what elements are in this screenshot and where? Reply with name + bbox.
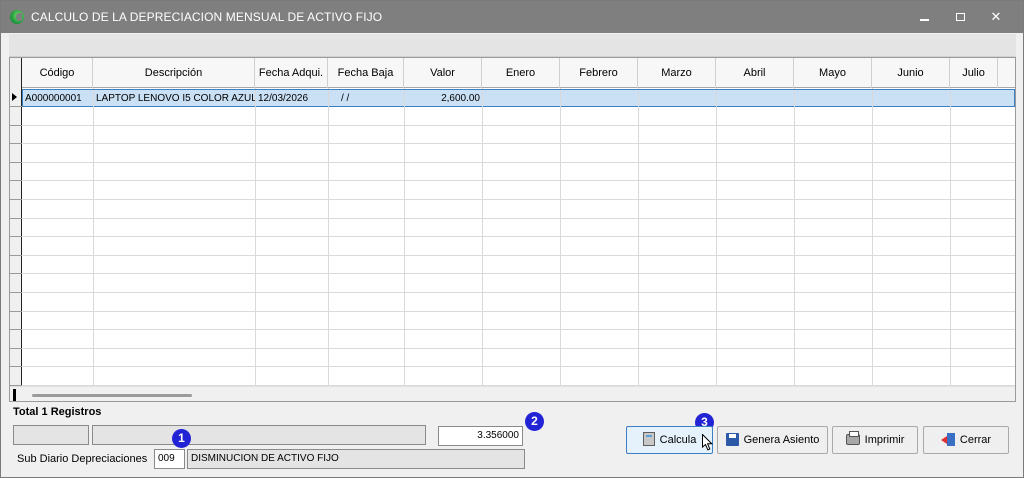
cell-julio[interactable]	[951, 90, 1005, 107]
table-row[interactable]	[22, 182, 1015, 200]
cell-descripcion[interactable]: LAPTOP LENOVO I5 COLOR AZUL	[94, 90, 256, 107]
scrollbar-left-edge	[13, 389, 16, 401]
cell-fecha-adqui[interactable]: 12/03/2026	[256, 90, 329, 107]
exit-door-icon	[940, 432, 955, 446]
table-row[interactable]	[22, 126, 1015, 145]
toolstrip	[9, 34, 1016, 57]
row-marker[interactable]	[10, 256, 22, 275]
row-marker[interactable]	[10, 145, 22, 163]
app-logo-icon	[10, 10, 24, 24]
total-records-label: Total 1 Registros	[13, 406, 102, 418]
current-row-marker[interactable]	[10, 89, 22, 107]
annotation-badge-1: 1	[172, 429, 191, 448]
sub-diario-description-field: DISMINUCION DE ACTIVO FIJO	[187, 449, 525, 469]
close-button[interactable]: ✕	[981, 7, 1011, 27]
column-header-fecha-baja[interactable]: Fecha Baja	[328, 58, 404, 88]
column-header-abril[interactable]: Abril	[716, 58, 794, 88]
table-row[interactable]	[22, 201, 1015, 219]
row-marker[interactable]	[10, 238, 22, 256]
table-row[interactable]	[22, 163, 1015, 182]
current-row-arrow-icon	[12, 93, 17, 101]
window-title: CALCULO DE LA DEPRECIACION MENSUAL DE AC…	[31, 10, 383, 24]
cell-febrero[interactable]	[561, 90, 639, 107]
cerrar-label: Cerrar	[959, 434, 992, 446]
minimize-icon	[919, 19, 929, 21]
maximize-button[interactable]	[945, 7, 975, 27]
table-row[interactable]	[22, 108, 1015, 126]
printer-icon	[845, 430, 860, 445]
table-row[interactable]	[22, 331, 1015, 349]
mouse-cursor-icon	[702, 434, 713, 451]
column-header-valor[interactable]: Valor	[404, 58, 482, 88]
row-marker[interactable]	[10, 331, 22, 349]
column-header-marzo[interactable]: Marzo	[638, 58, 716, 88]
exchange-rate-field[interactable]: 3.356000	[438, 426, 523, 446]
cell-valor[interactable]: 2,600.00	[405, 90, 483, 107]
row-marker[interactable]	[10, 126, 22, 145]
minimize-button[interactable]	[909, 7, 939, 27]
close-icon: ✕	[990, 9, 1002, 24]
table-row[interactable]	[22, 275, 1015, 293]
table-row[interactable]	[22, 368, 1015, 386]
row-marker[interactable]	[10, 294, 22, 312]
annotation-badge-2: 2	[525, 412, 544, 431]
column-header-enero[interactable]: Enero	[482, 58, 560, 88]
row-marker[interactable]	[10, 275, 22, 293]
genera-asiento-label: Genera Asiento	[743, 434, 820, 446]
table-row[interactable]	[22, 238, 1015, 256]
imprimir-label: Imprimir	[864, 434, 905, 446]
cell-marzo[interactable]	[639, 90, 717, 107]
table-row[interactable]	[22, 256, 1015, 275]
column-header-descripcion[interactable]: Descripción	[93, 58, 255, 88]
grid-header: Código Descripción Fecha Adqui. Fecha Ba…	[10, 58, 1015, 88]
depreciation-window: CALCULO DE LA DEPRECIACION MENSUAL DE AC…	[0, 0, 1024, 478]
table-row[interactable]	[22, 349, 1015, 368]
row-marker[interactable]	[10, 182, 22, 200]
cell-codigo[interactable]: A000000001	[23, 90, 94, 107]
column-header-fecha-adqui[interactable]: Fecha Adqui.	[255, 58, 328, 88]
scrollbar-thumb[interactable]	[32, 394, 192, 397]
table-row[interactable]	[22, 312, 1015, 331]
table-row[interactable]	[22, 294, 1015, 312]
calcula-label: Calcula	[659, 434, 697, 446]
cerrar-button[interactable]: Cerrar	[923, 426, 1009, 454]
cell-mayo[interactable]	[795, 90, 873, 107]
column-header-codigo[interactable]: Código	[22, 58, 93, 88]
column-header-mayo[interactable]: Mayo	[794, 58, 872, 88]
row-marker[interactable]	[10, 201, 22, 219]
row-marker[interactable]	[10, 349, 22, 368]
depreciation-grid[interactable]: Código Descripción Fecha Adqui. Fecha Ba…	[9, 57, 1016, 402]
footer-field-b	[92, 425, 426, 445]
horizontal-scrollbar[interactable]	[10, 386, 1015, 401]
column-header-febrero[interactable]: Febrero	[560, 58, 638, 88]
table-row[interactable]: A000000001 LAPTOP LENOVO I5 COLOR AZUL 1…	[22, 89, 1015, 107]
cell-junio[interactable]	[873, 90, 951, 107]
title-bar[interactable]: CALCULO DE LA DEPRECIACION MENSUAL DE AC…	[1, 1, 1023, 33]
cell-abril[interactable]	[717, 90, 795, 107]
footer-field-a	[13, 425, 89, 445]
calcula-button[interactable]: Calcula	[626, 426, 713, 454]
table-row[interactable]	[22, 219, 1015, 238]
calculator-icon	[642, 432, 655, 447]
row-marker[interactable]	[10, 108, 22, 126]
column-header-julio[interactable]: Julio	[950, 58, 998, 88]
maximize-icon	[955, 13, 965, 21]
cell-fecha-baja[interactable]: / /	[329, 90, 405, 107]
column-header-junio[interactable]: Junio	[872, 58, 950, 88]
row-marker[interactable]	[10, 312, 22, 331]
save-icon	[725, 432, 739, 446]
row-marker[interactable]	[10, 368, 22, 386]
genera-asiento-button[interactable]: Genera Asiento	[717, 426, 828, 454]
table-row[interactable]	[22, 145, 1015, 163]
cell-enero[interactable]	[483, 90, 561, 107]
imprimir-button[interactable]: Imprimir	[832, 426, 918, 454]
row-marker[interactable]	[10, 163, 22, 182]
sub-diario-label: Sub Diario Depreciaciones	[17, 453, 148, 465]
row-marker[interactable]	[10, 219, 22, 238]
sub-diario-code-field[interactable]: 009	[154, 449, 185, 469]
